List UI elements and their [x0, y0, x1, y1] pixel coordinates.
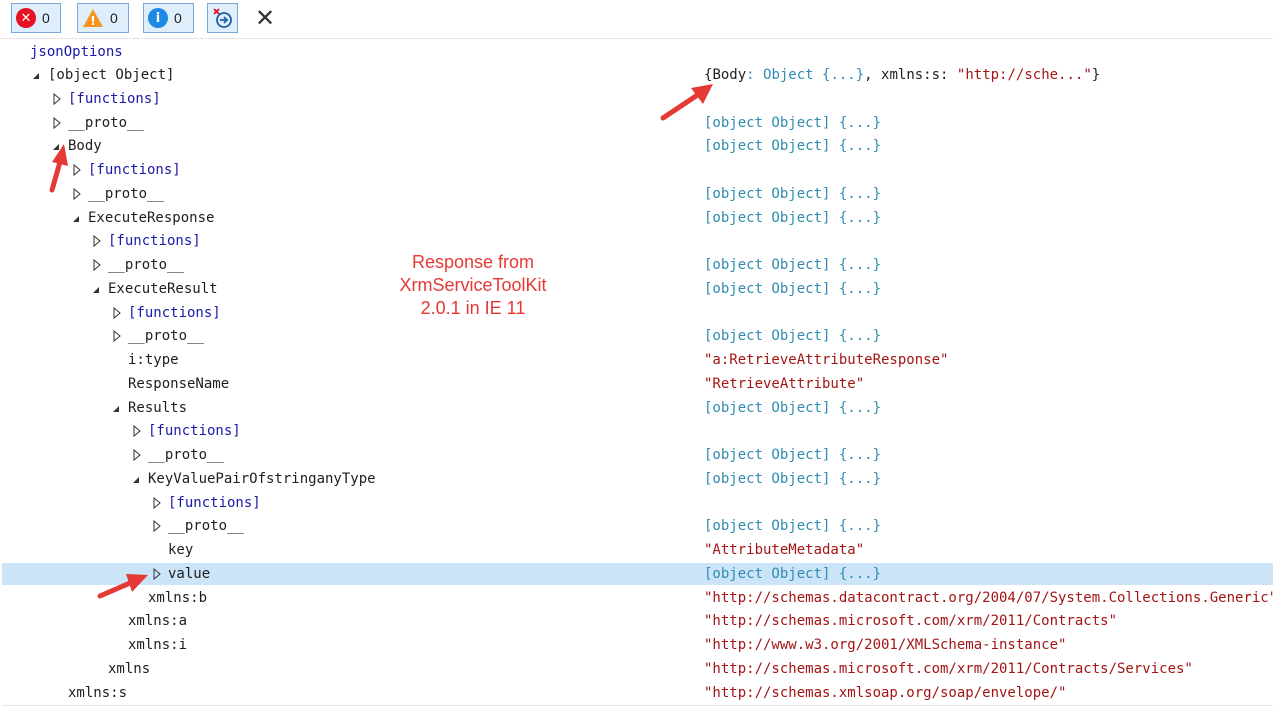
- root-variable-label: jsonOptions: [30, 44, 123, 60]
- annotation-arrow-icon: [49, 144, 68, 193]
- collapsed-triangle-icon[interactable]: [112, 303, 122, 323]
- svg-text:!: !: [90, 14, 95, 28]
- tree-node-value: [object Object] {...}: [704, 400, 882, 416]
- collapsed-triangle-icon[interactable]: [92, 255, 102, 275]
- tree-node-label[interactable]: ResponseName: [128, 374, 229, 394]
- tree-node-label[interactable]: xmlns:i: [128, 635, 187, 655]
- tree-node-value: "AttributeMetadata": [704, 542, 865, 558]
- tree-node-label[interactable]: __proto__: [88, 184, 164, 204]
- tree-node-label-selected[interactable]: value: [168, 564, 210, 584]
- annotation-arrow-icon: [97, 574, 148, 599]
- tree-node-label[interactable]: [functions]: [68, 89, 161, 109]
- warning-icon: !: [82, 8, 104, 28]
- tree-node-label[interactable]: __proto__: [168, 516, 244, 536]
- collapsed-triangle-icon[interactable]: [152, 516, 162, 536]
- tree-node-value: [object Object] {...}: [704, 281, 882, 297]
- clear-icon: [212, 7, 234, 29]
- tree-node-label[interactable]: [functions]: [108, 231, 201, 251]
- tree-node-label[interactable]: [functions]: [168, 493, 261, 513]
- expanded-triangle-icon[interactable]: [31, 65, 41, 85]
- tree-node-label[interactable]: xmlns:b: [148, 588, 207, 608]
- annotation-text: Response from XrmServiceToolKit 2.0.1 in…: [388, 251, 558, 320]
- collapsed-triangle-icon[interactable]: [132, 445, 142, 465]
- errors-filter-button[interactable]: ✕ 0: [11, 3, 61, 33]
- tree-node-value: [object Object] {...}: [704, 138, 882, 154]
- tree-node-value: "http://www.w3.org/2001/XMLSchema-instan…: [704, 637, 1067, 653]
- tree-node-label[interactable]: xmlns: [108, 659, 150, 679]
- collapsed-triangle-icon[interactable]: [152, 493, 162, 513]
- tree-node-label[interactable]: i:type: [128, 350, 179, 370]
- tree-node-label[interactable]: __proto__: [108, 255, 184, 275]
- tree-node-label[interactable]: __proto__: [128, 326, 204, 346]
- tree-node-label[interactable]: key: [168, 540, 193, 560]
- tree-node-value: "http://schemas.microsoft.com/xrm/2011/C…: [704, 613, 1118, 629]
- collapsed-triangle-icon[interactable]: [52, 113, 62, 133]
- tree-node-value: [object Object] {...}: [704, 210, 882, 226]
- tree-node-value: "a:RetrieveAttributeResponse": [704, 352, 949, 368]
- info-icon: i: [148, 8, 168, 28]
- console-toolbar: ✕ 0 ! 0 i 0 ✕: [0, 0, 1273, 39]
- expanded-triangle-icon[interactable]: [71, 208, 81, 228]
- collapsed-triangle-icon[interactable]: [92, 231, 102, 251]
- tree-node-label[interactable]: xmlns:s: [68, 683, 127, 703]
- tree-node-value: [object Object] {...}: [704, 328, 882, 344]
- tree-node-label[interactable]: xmlns:a: [128, 611, 187, 631]
- tree-node-value: [object Object] {...}: [704, 447, 882, 463]
- clear-on-navigate-button[interactable]: [207, 3, 238, 33]
- expanded-triangle-icon[interactable]: [111, 398, 121, 418]
- annotation-line-3: 2.0.1 in IE 11: [420, 298, 526, 318]
- close-icon[interactable]: ✕: [252, 5, 278, 31]
- tree-node-label[interactable]: [functions]: [148, 421, 241, 441]
- expanded-triangle-icon[interactable]: [91, 279, 101, 299]
- warnings-count: 0: [110, 10, 118, 26]
- tree-node-label[interactable]: [functions]: [128, 303, 221, 323]
- tree-node-value: "http://schemas.microsoft.com/xrm/2011/C…: [704, 661, 1193, 677]
- tree-node-label[interactable]: KeyValuePairOfstringanyType: [148, 469, 376, 489]
- collapsed-triangle-icon[interactable]: [112, 326, 122, 346]
- errors-count: 0: [42, 10, 50, 26]
- collapsed-triangle-icon[interactable]: [132, 421, 142, 441]
- annotation-arrow-icon: [660, 84, 713, 121]
- tree-node-label[interactable]: __proto__: [148, 445, 224, 465]
- tree-node-value: [object Object] {...}: [704, 257, 882, 273]
- tree-node-value: [object Object] {...}: [704, 186, 882, 202]
- annotation-line-1: Response from: [411, 252, 535, 272]
- tree-node-label[interactable]: [functions]: [88, 160, 181, 180]
- error-icon: ✕: [16, 8, 36, 28]
- info-count: 0: [174, 10, 182, 26]
- tree-node-value: "http://schemas.datacontract.org/2004/07…: [704, 590, 1273, 606]
- tree-node-label[interactable]: ExecuteResponse: [88, 208, 214, 228]
- tree-node-value: [object Object] {...}: [704, 518, 882, 534]
- tree-node-value: [object Object] {...}: [704, 115, 882, 131]
- bottom-divider: [2, 705, 1273, 706]
- tree-node-value: [object Object] {...}: [704, 471, 882, 487]
- root-summary-value: {Body: Object {...}, xmlns:s: "http://sc…: [704, 67, 1101, 83]
- tree-node-label[interactable]: ExecuteResult: [108, 279, 218, 299]
- tree-node-label[interactable]: [object Object]: [48, 65, 174, 85]
- warnings-filter-button[interactable]: ! 0: [77, 3, 129, 33]
- tree-node-value: "RetrieveAttribute": [704, 376, 865, 392]
- tree-node-label[interactable]: Results: [128, 398, 187, 418]
- expanded-triangle-icon[interactable]: [131, 469, 141, 489]
- tree-node-label[interactable]: __proto__: [68, 113, 144, 133]
- tree-node-value: "http://schemas.xmlsoap.org/soap/envelop…: [704, 685, 1067, 701]
- tree-node-value: [object Object] {...}: [704, 566, 882, 582]
- annotation-line-2: XrmServiceToolKit: [399, 275, 547, 295]
- info-filter-button[interactable]: i 0: [143, 3, 194, 33]
- collapsed-triangle-icon[interactable]: [52, 89, 62, 109]
